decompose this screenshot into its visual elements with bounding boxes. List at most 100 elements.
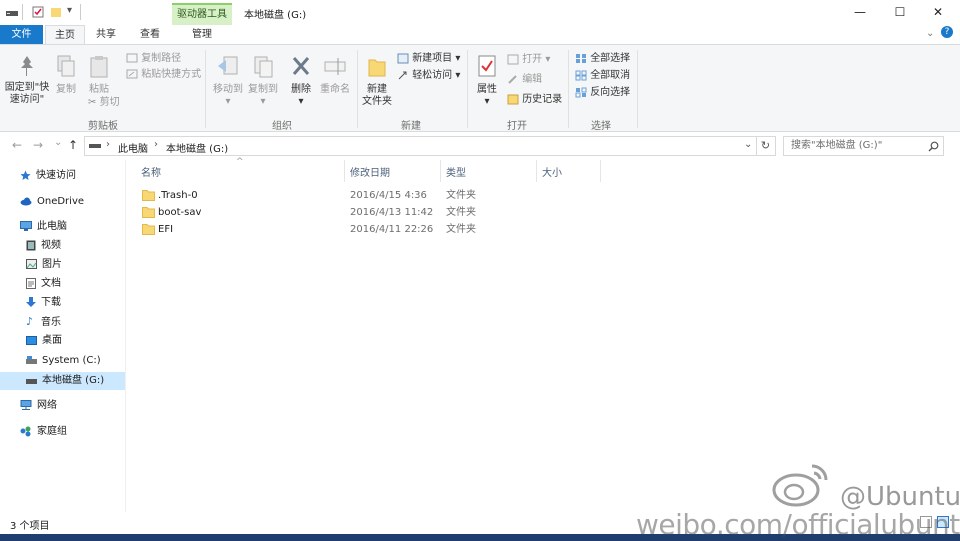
properties-button[interactable]: 属性 ▾ xyxy=(472,54,502,108)
move-to-button[interactable]: 移动到 ▾ xyxy=(210,54,246,108)
column-divider[interactable] xyxy=(536,160,537,182)
minimize-button[interactable]: — xyxy=(840,0,880,24)
drive-icon xyxy=(89,144,101,148)
dropdown-icon: ▾ xyxy=(455,70,461,81)
help-icon[interactable]: ? xyxy=(941,26,953,38)
new-folder-label-2: 文件夹 xyxy=(362,96,392,107)
nav-label: 此电脑 xyxy=(37,221,67,232)
nav-item-music[interactable]: ♪ 音乐 xyxy=(0,313,125,331)
nav-item-downloads[interactable]: 下载 xyxy=(0,294,125,312)
network-icon xyxy=(20,400,32,410)
forward-button[interactable]: → xyxy=(33,138,43,152)
maximize-button[interactable]: ☐ xyxy=(880,0,920,24)
open-button[interactable]: 打开 ▾ xyxy=(507,52,550,68)
search-input[interactable]: 搜索"本地磁盘 (G:)" xyxy=(783,136,944,156)
nav-item-onedrive[interactable]: OneDrive xyxy=(0,193,125,211)
title-bar xyxy=(0,0,960,25)
file-row[interactable]: .Trash-0 2016/4/15 4:36 文件夹 xyxy=(138,187,558,204)
select-none-button[interactable]: 全部取消 xyxy=(575,68,630,84)
delete-button[interactable]: 删除 ▾ xyxy=(287,54,315,108)
breadcrumb-this-pc[interactable]: 此电脑 xyxy=(118,140,148,155)
back-button[interactable]: ← xyxy=(12,138,22,152)
new-folder-button[interactable]: 新建 文件夹 xyxy=(360,54,394,108)
select-all-button[interactable]: 全部选择 xyxy=(575,51,630,67)
easy-access-button[interactable]: 轻松访问 ▾ xyxy=(397,68,460,84)
document-icon xyxy=(26,277,36,289)
file-name: boot-sav xyxy=(158,207,202,218)
window-title: 本地磁盘 (G:) xyxy=(244,10,307,21)
ribbon-collapse-icon[interactable]: ⌄ xyxy=(926,28,934,39)
rename-icon xyxy=(324,58,346,75)
nav-item-desktop[interactable]: 桌面 xyxy=(0,332,125,350)
nav-label: 快速访问 xyxy=(36,170,76,181)
nav-item-local-disk-g[interactable]: 本地磁盘 (G:) xyxy=(0,372,125,390)
column-header-size[interactable]: 大小 xyxy=(542,164,562,179)
breadcrumb-drive[interactable]: 本地磁盘 (G:) xyxy=(166,140,228,155)
file-name: .Trash-0 xyxy=(158,190,198,201)
pin-quick-access-button[interactable]: 固定到"快 速访问" xyxy=(4,54,50,106)
file-type: 文件夹 xyxy=(446,207,476,218)
invert-selection-button[interactable]: 反向选择 xyxy=(575,85,630,101)
file-modified: 2016/4/15 4:36 xyxy=(350,190,427,201)
quick-access-toolbar-dropdown-icon[interactable]: ▾ xyxy=(67,5,72,16)
history-label: 历史记录 xyxy=(522,94,563,105)
pin-label-1: 固定到"快 xyxy=(4,82,50,93)
nav-item-documents[interactable]: 文档 xyxy=(0,275,125,293)
paste-label: 粘贴 xyxy=(89,84,109,95)
address-bar[interactable]: › 此电脑 › 本地磁盘 (G:) ⌄ xyxy=(84,136,757,156)
properties-icon[interactable] xyxy=(32,6,44,18)
nav-label: 音乐 xyxy=(41,317,61,328)
video-icon xyxy=(26,240,36,250)
paste-button[interactable]: 粘贴 xyxy=(84,54,114,96)
nav-item-network[interactable]: 网络 xyxy=(0,397,125,415)
edit-button[interactable]: 编辑 xyxy=(507,72,542,88)
nav-item-videos[interactable]: 视频 xyxy=(0,237,125,255)
file-row[interactable]: EFI 2016/4/11 22:26 文件夹 xyxy=(138,221,558,238)
nav-item-system-c[interactable]: System (C:) xyxy=(0,352,125,370)
tab-file[interactable]: 文件 xyxy=(0,25,43,44)
new-item-button[interactable]: 新建项目 ▾ xyxy=(397,51,460,67)
paste-shortcut-button[interactable]: 粘贴快捷方式 xyxy=(126,67,201,83)
tab-view[interactable]: 查看 xyxy=(128,25,172,44)
up-button[interactable]: ↑ xyxy=(68,138,78,152)
copy-button[interactable]: 复制 xyxy=(52,54,80,96)
nav-label: 图片 xyxy=(42,259,62,270)
address-dropdown-icon[interactable]: ⌄ xyxy=(744,139,752,150)
column-divider[interactable] xyxy=(600,160,601,182)
nav-item-pictures[interactable]: 图片 xyxy=(0,256,125,274)
open-icon xyxy=(507,54,519,64)
dropdown-icon: ▾ xyxy=(455,53,461,64)
nav-item-homegroup[interactable]: 家庭组 xyxy=(0,423,125,441)
drive-icon xyxy=(26,378,37,384)
rename-button[interactable]: 重命名 xyxy=(318,54,352,96)
new-folder-icon[interactable] xyxy=(50,6,62,18)
recent-locations-button[interactable]: ⌄ xyxy=(54,137,62,148)
copy-path-button[interactable]: 复制路径 xyxy=(126,51,181,67)
new-item-label: 新建项目 xyxy=(412,53,453,64)
tab-home[interactable]: 主页 xyxy=(45,25,85,45)
close-button[interactable]: ✕ xyxy=(918,0,958,24)
copy-to-button[interactable]: 复制到 ▾ xyxy=(245,54,281,108)
nav-item-this-pc[interactable]: 此电脑 xyxy=(0,218,125,236)
column-header-name[interactable]: 名称 xyxy=(141,164,161,179)
column-header-modified[interactable]: 修改日期 xyxy=(350,164,390,179)
new-folder-label-1: 新建 xyxy=(367,84,387,95)
drive-icon xyxy=(6,11,18,16)
tab-share[interactable]: 共享 xyxy=(86,25,126,44)
refresh-button[interactable]: ↻ xyxy=(756,136,776,156)
history-button[interactable]: 历史记录 xyxy=(507,92,562,108)
nav-item-quick-access[interactable]: 快速访问 xyxy=(0,167,125,185)
easy-access-icon xyxy=(398,71,407,79)
nav-label: 网络 xyxy=(37,400,57,411)
nav-label: OneDrive xyxy=(37,196,85,207)
column-header-type[interactable]: 类型 xyxy=(446,164,466,179)
dropdown-icon: ▾ xyxy=(298,96,304,107)
column-divider[interactable] xyxy=(440,160,441,182)
column-divider[interactable] xyxy=(344,160,345,182)
cut-button[interactable]: ✂ 剪切 xyxy=(88,95,120,111)
folder-icon xyxy=(142,190,155,201)
group-separator xyxy=(467,50,468,128)
move-to-label: 移动到 xyxy=(213,84,243,95)
tab-manage[interactable]: 管理 xyxy=(180,25,224,44)
file-row[interactable]: boot-sav 2016/4/13 11:42 文件夹 xyxy=(138,204,558,221)
